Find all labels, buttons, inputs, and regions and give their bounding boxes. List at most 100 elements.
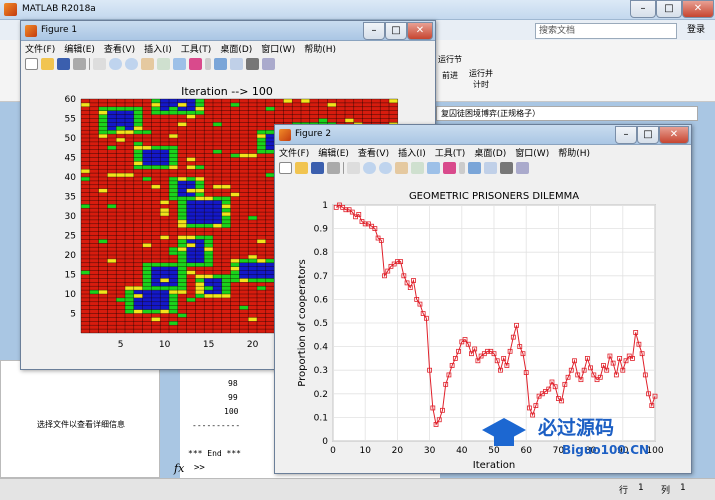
colorbar-icon[interactable] [468,162,481,174]
hide-tools-icon[interactable] [246,58,259,70]
grid-cell [142,297,152,302]
datacursor-icon[interactable] [427,162,440,174]
grid-cell [195,165,205,170]
menu-file[interactable]: 文件(F) [279,146,309,159]
menu-help[interactable]: 帮助(H) [304,42,336,55]
grid-cell [151,157,161,162]
grid-cell [169,251,178,255]
grid-cell [186,219,196,224]
grid-cell [230,102,240,107]
zoom-out-icon[interactable] [125,58,138,70]
print-icon[interactable] [327,162,340,174]
menu-insert[interactable]: 插入(I) [144,42,172,55]
run-and-time-button[interactable]: 运行并计时 [468,68,494,90]
legend-icon[interactable] [484,162,497,174]
minimize-icon[interactable]: – [630,0,656,18]
menu-window[interactable]: 窗口(W) [261,42,295,55]
chevron-down-icon[interactable] [459,162,465,174]
menu-tools[interactable]: 工具(T) [435,146,466,159]
open-icon[interactable] [295,162,308,174]
login-button[interactable]: 登录 [681,23,711,39]
print-icon[interactable] [73,58,86,70]
grid-cell [107,122,117,127]
grid-cell [177,243,187,248]
menu-view[interactable]: 查看(V) [358,146,389,159]
brush-icon[interactable] [443,162,456,174]
save-icon[interactable] [57,58,70,70]
hide-tools-icon[interactable] [500,162,513,174]
dock-icon[interactable] [262,58,275,70]
grid-cell [142,157,152,162]
grid-cell [177,282,187,287]
pan-icon[interactable] [395,162,408,174]
grid-cell [107,258,117,263]
rotate-icon[interactable] [157,58,170,70]
new-icon[interactable] [25,58,38,70]
grid-cell [204,208,213,213]
menu-edit[interactable]: 编辑(E) [64,42,95,55]
y-axis-label: Proportion of cooperators [297,259,308,386]
menu-desktop[interactable]: 桌面(D) [474,146,506,159]
brush-icon[interactable] [189,58,202,70]
colorbar-icon[interactable] [214,58,227,70]
grid-cell [186,251,196,255]
grid-cell [257,274,266,279]
grid-title: Iteration --> 100 [181,85,273,98]
close-icon[interactable]: ✕ [682,0,714,18]
menu-insert[interactable]: 插入(I) [398,146,426,159]
current-folder-path[interactable]: 复囚徒困境博弈(正规格子） [436,106,698,121]
grid-cell [195,258,205,263]
cmd-prompt[interactable]: >> [194,463,205,473]
grid-cell [239,266,249,271]
minimize-icon[interactable]: – [363,22,385,40]
grid-cell [204,204,213,209]
run-section-button[interactable]: 运行节 [436,54,464,65]
grid-cell [169,192,178,197]
close-icon[interactable]: ✕ [659,126,689,144]
grid-cell [160,286,169,291]
advance-button[interactable]: 前进 [436,70,464,81]
zoom-in-icon[interactable] [363,162,376,174]
grid-cell [318,118,328,123]
menu-file[interactable]: 文件(F) [25,42,55,55]
chevron-down-icon[interactable] [205,58,211,70]
grid-cell [142,266,152,271]
maximize-icon[interactable]: □ [656,0,682,18]
grid-cell [327,102,337,107]
y-tick-label: 0.3 [314,366,328,376]
pointer-icon[interactable] [93,58,106,70]
close-icon[interactable]: ✕ [407,22,433,40]
grid-cell [142,149,152,154]
grid-cell [257,145,266,150]
menu-view[interactable]: 查看(V) [104,42,135,55]
legend-icon[interactable] [230,58,243,70]
new-icon[interactable] [279,162,292,174]
grid-cell [98,126,108,131]
menu-tools[interactable]: 工具(T) [181,42,212,55]
menu-desktop[interactable]: 桌面(D) [220,42,252,55]
menu-help[interactable]: 帮助(H) [558,146,590,159]
grid-cell [248,274,257,279]
pan-icon[interactable] [141,58,154,70]
minimize-icon[interactable]: – [615,126,637,144]
save-icon[interactable] [311,162,324,174]
zoom-out-icon[interactable] [379,162,392,174]
rotate-icon[interactable] [411,162,424,174]
search-docs-input[interactable]: 搜索文档 [535,23,677,39]
grid-cell [169,247,178,252]
maximize-icon[interactable]: □ [385,22,407,40]
grid-cell [177,262,187,267]
grid-cell [116,106,125,111]
dock-icon[interactable] [516,162,529,174]
grid-cell [221,294,231,298]
open-icon[interactable] [41,58,54,70]
grid-cell [248,278,257,283]
pointer-icon[interactable] [347,162,360,174]
zoom-in-icon[interactable] [109,58,122,70]
menu-edit[interactable]: 编辑(E) [318,146,349,159]
grid-cell [177,239,187,244]
maximize-icon[interactable]: □ [637,126,659,144]
datacursor-icon[interactable] [173,58,186,70]
menu-window[interactable]: 窗口(W) [515,146,549,159]
grid-cell [98,118,108,123]
